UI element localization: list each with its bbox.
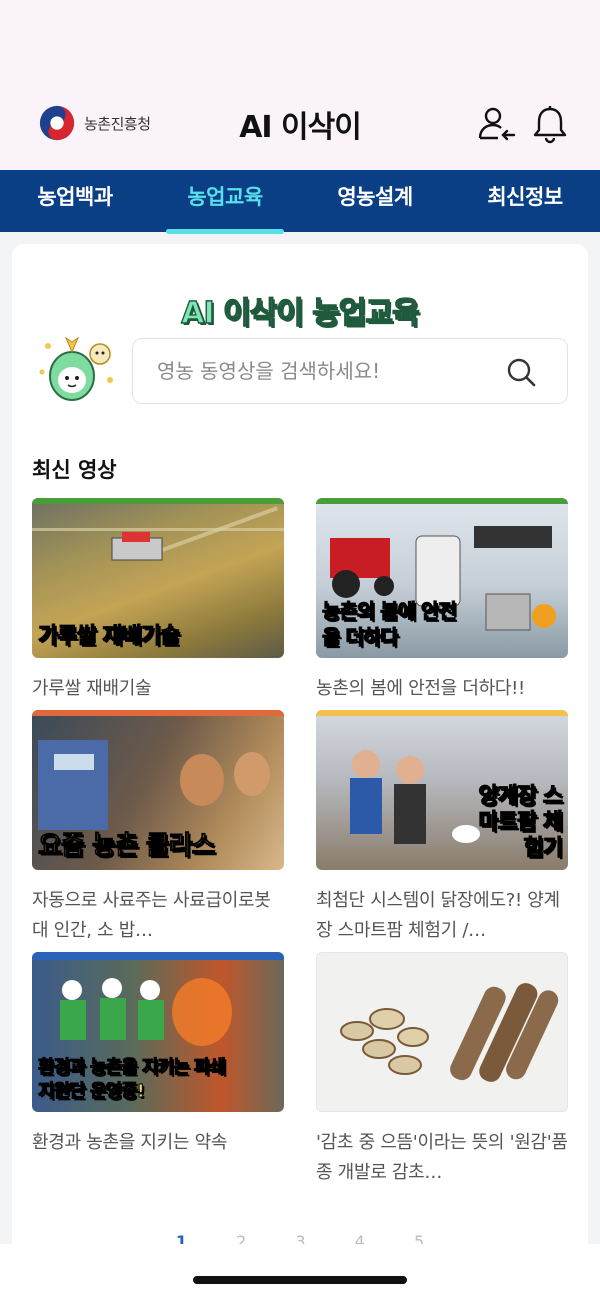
mascot-isaki-icon — [39, 336, 113, 401]
home-indicator[interactable] — [193, 1276, 407, 1284]
video-thumbnail-caption: 환경과 농촌을 지키는 파쇄지원단 운영중! — [38, 1057, 227, 1103]
page-title: AI 이삭이 농업교육 — [181, 295, 421, 331]
tab-encyclopedia[interactable]: 농업백과 — [0, 170, 150, 232]
video-thumbnail-caption: 농촌의 봄에 안전을 더하다 — [322, 599, 458, 650]
video-thumbnail[interactable]: 가루쌀 재배기술 — [32, 498, 284, 658]
video-thumbnail-caption: 가루쌀 재배기술 — [37, 624, 180, 650]
video-card[interactable]: '감초 중 으뜸'이라는 뜻의 '원감'품종 개발로 감초… — [316, 952, 568, 1188]
education-panel: AI 이삭이 농업교육 최신 영상 — [12, 244, 588, 1254]
search-input[interactable] — [157, 359, 497, 383]
search-icon[interactable] — [505, 356, 537, 388]
section-title-latest-videos: 최신 영상 — [32, 458, 117, 482]
licorice-root-illustration-icon — [340, 983, 559, 1082]
user-login-icon[interactable] — [476, 104, 516, 144]
video-thumbnail-caption: 양계장 스마트팜 체험기 — [478, 784, 564, 862]
search-box[interactable] — [132, 338, 568, 404]
video-title[interactable]: 자동으로 사료주는 사료급이로봇 대 인간, 소 밥… — [32, 886, 284, 946]
video-thumbnail[interactable]: 환경과 농촌을 지키는 파쇄지원단 운영중! — [32, 952, 284, 1112]
app-header: 농촌진흥청 AI 이삭이 — [0, 0, 600, 170]
tab-latest-info[interactable]: 최신정보 — [450, 170, 600, 232]
video-card[interactable]: 농촌의 봄에 안전을 더하다 농촌의 봄에 안전을 더하다!! — [316, 498, 568, 704]
video-title[interactable]: 가루쌀 재배기술 — [32, 674, 284, 704]
bell-icon[interactable] — [530, 104, 570, 144]
main-nav: 농업백과 농업교육 영농설계 최신정보 — [0, 170, 600, 234]
bottom-safe-area — [0, 1244, 600, 1299]
video-card[interactable]: 양계장 스마트팜 체험기 최첨단 시스템이 닭장에도?! 양계장 스마트팜 체험… — [316, 710, 568, 946]
video-title[interactable]: 농촌의 봄에 안전을 더하다!! — [316, 674, 568, 704]
tab-farm-planning[interactable]: 영농설계 — [300, 170, 450, 232]
video-title[interactable]: 환경과 농촌을 지키는 약속 — [32, 1128, 284, 1158]
video-thumbnail[interactable]: 요즘 농촌 클라스 — [32, 710, 284, 870]
video-thumbnail-caption: 요즘 농촌 클라스 — [38, 831, 217, 862]
video-card[interactable]: 요즘 농촌 클라스 자동으로 사료주는 사료급이로봇 대 인간, 소 밥… — [32, 710, 284, 946]
video-thumbnail[interactable] — [316, 952, 568, 1112]
video-card[interactable]: 가루쌀 재배기술 가루쌀 재배기술 — [32, 498, 284, 704]
video-thumbnail[interactable]: 농촌의 봄에 안전을 더하다 — [316, 498, 568, 658]
video-card[interactable]: 환경과 농촌을 지키는 파쇄지원단 운영중! 환경과 농촌을 지키는 약속 — [32, 952, 284, 1158]
video-thumbnail[interactable]: 양계장 스마트팜 체험기 — [316, 710, 568, 870]
tab-education[interactable]: 농업교육 — [150, 170, 300, 234]
video-title[interactable]: 최첨단 시스템이 닭장에도?! 양계장 스마트팜 체험기 /… — [316, 886, 568, 946]
video-title[interactable]: '감초 중 으뜸'이라는 뜻의 '원감'품종 개발로 감초… — [316, 1128, 568, 1188]
